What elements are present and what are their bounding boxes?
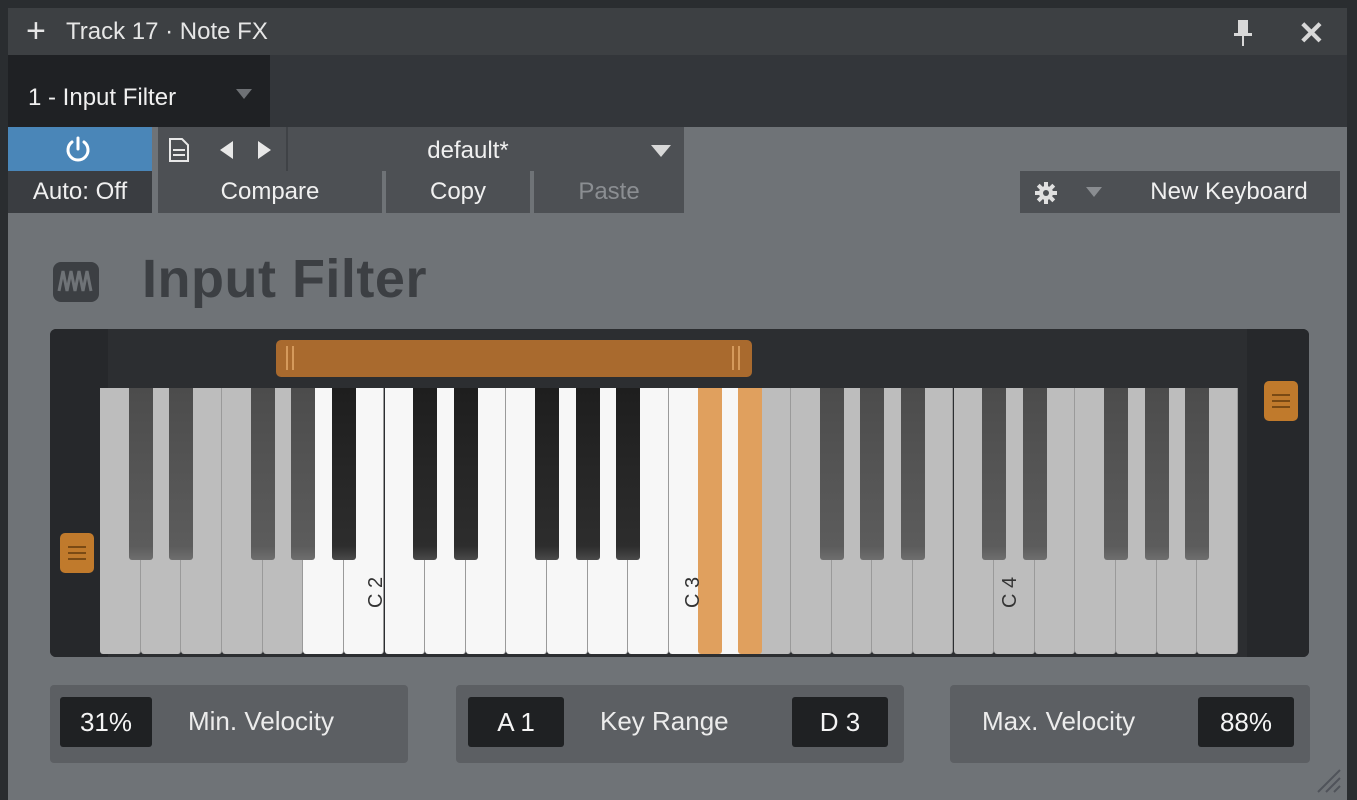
preset-dropdown-icon[interactable] [651, 145, 671, 157]
keyboard-select[interactable]: New Keyboard [1118, 171, 1340, 213]
black-key-g-sharp1[interactable] [291, 388, 316, 560]
black-key-c-sharp4[interactable] [982, 388, 1007, 560]
black-key-f-sharp4[interactable] [1104, 388, 1129, 560]
gear-icon [1035, 182, 1057, 204]
min-velocity-handle[interactable] [60, 533, 94, 573]
copy-button[interactable]: Copy [386, 171, 530, 213]
tab-label: 1 - Input Filter [28, 84, 177, 111]
black-key-c-sharp2[interactable] [413, 388, 438, 560]
black-key-c-sharp3[interactable] [697, 388, 722, 654]
plugin-title: Input Filter [142, 249, 427, 309]
max-velocity-handle[interactable] [1264, 381, 1298, 421]
black-key-d-sharp2[interactable] [453, 388, 478, 560]
preset-bar: default* [158, 127, 684, 171]
black-key-a-sharp4[interactable] [1185, 388, 1210, 560]
min-velocity-label: Min. Velocity [188, 706, 334, 736]
key-range-control: A 1 Key Range D 3 [456, 685, 904, 763]
document-icon[interactable] [168, 137, 190, 163]
black-key-d-sharp1[interactable] [169, 388, 194, 560]
max-velocity-control: Max. Velocity 88% [950, 685, 1310, 763]
power-button[interactable] [8, 127, 152, 171]
range-low-grip[interactable] [286, 346, 288, 370]
chevron-down-icon [1086, 187, 1102, 197]
max-velocity-value[interactable]: 88% [1198, 697, 1294, 747]
key-range-slider[interactable] [276, 340, 752, 377]
range-high-grip[interactable] [732, 346, 734, 370]
black-key-a-sharp1[interactable] [331, 388, 356, 560]
min-velocity-value[interactable]: 31% [60, 697, 152, 747]
preset-name[interactable]: default* [288, 137, 648, 165]
black-key-d-sharp3[interactable] [738, 388, 763, 654]
title-bar: + Track 17 · Note FX ✕ [8, 8, 1347, 55]
resize-grip-icon[interactable] [1308, 760, 1342, 794]
black-key-f-sharp2[interactable] [535, 388, 560, 560]
key-range-high-value[interactable]: D 3 [792, 697, 888, 747]
key-range-label: Key Range [600, 706, 729, 736]
previous-preset-icon[interactable] [220, 141, 233, 159]
presonus-logo-icon [53, 262, 99, 302]
keyboard-panel: C 2 C 3 C 4 [50, 329, 1309, 657]
tab-bar: 1 - Input Filter [8, 55, 1347, 127]
black-key-g-sharp4[interactable] [1144, 388, 1169, 560]
piano-keyboard[interactable]: C 2 C 3 C 4 [100, 388, 1238, 654]
window-title: Track 17 · Note FX [66, 18, 268, 45]
note-fx-window: + Track 17 · Note FX ✕ 1 - Input Filter … [8, 8, 1347, 800]
add-icon[interactable]: + [26, 14, 46, 48]
black-key-c-sharp1[interactable] [128, 388, 153, 560]
paste-button[interactable]: Paste [534, 171, 684, 213]
black-key-g-sharp3[interactable] [860, 388, 885, 560]
settings-button[interactable] [1020, 171, 1072, 213]
power-icon [66, 136, 90, 162]
key-label-c4: C 4 [999, 576, 1021, 608]
black-key-f-sharp3[interactable] [819, 388, 844, 560]
black-key-g-sharp2[interactable] [575, 388, 600, 560]
key-label-c3: C 3 [682, 576, 704, 608]
settings-dropdown[interactable] [1072, 171, 1118, 213]
black-key-a-sharp3[interactable] [900, 388, 925, 560]
automation-button[interactable]: Auto: Off [8, 171, 152, 213]
min-velocity-control: 31% Min. Velocity [50, 685, 408, 763]
close-icon[interactable]: ✕ [1298, 14, 1325, 52]
key-label-c2: C 2 [365, 576, 387, 608]
next-preset-icon[interactable] [258, 141, 271, 159]
chevron-down-icon[interactable] [236, 89, 252, 99]
black-key-d-sharp4[interactable] [1022, 388, 1047, 560]
tab-input-filter[interactable]: 1 - Input Filter [8, 55, 270, 127]
key-range-low-value[interactable]: A 1 [468, 697, 564, 747]
pin-icon[interactable] [1232, 20, 1254, 46]
black-key-f-sharp1[interactable] [250, 388, 275, 560]
max-velocity-strip [1247, 329, 1309, 657]
black-key-a-sharp2[interactable] [616, 388, 641, 560]
compare-button[interactable]: Compare [158, 171, 382, 213]
max-velocity-label: Max. Velocity [982, 706, 1136, 736]
